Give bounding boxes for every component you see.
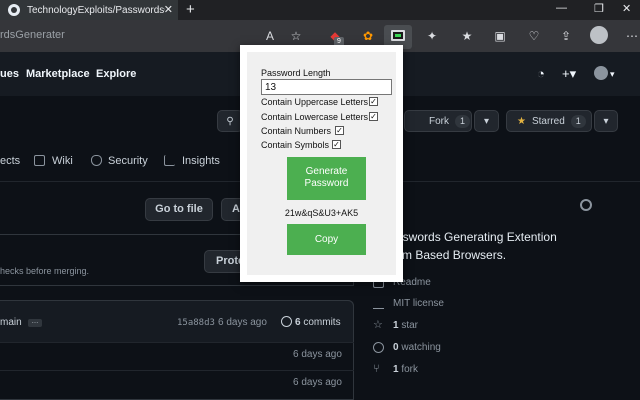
row-divider xyxy=(0,370,354,371)
go-to-file-button[interactable]: Go to file xyxy=(145,198,213,221)
commit-message[interactable]: main xyxy=(0,317,22,328)
watching-count: 0 xyxy=(393,342,399,353)
law-icon xyxy=(373,298,384,309)
watching-label: watching xyxy=(401,342,441,353)
share-icon[interactable]: ⇪ xyxy=(558,28,574,44)
avatar-caret-icon[interactable]: ▾ xyxy=(610,69,615,80)
tab-projects[interactable]: ects xyxy=(0,155,20,167)
commit-time: 6 days ago xyxy=(218,317,267,328)
generate-label-line2: Password xyxy=(304,178,349,189)
fork-button[interactable]: Fork 1 xyxy=(404,110,472,132)
file-row-time: 6 days ago xyxy=(293,349,342,360)
tab-security[interactable]: Security xyxy=(108,155,148,167)
chevron-down-icon: ▾ xyxy=(603,115,609,127)
file-row-time: 6 days ago xyxy=(293,377,342,388)
gear-icon[interactable] xyxy=(580,199,592,211)
browser-essentials-icon[interactable]: ♡ xyxy=(526,28,542,44)
password-length-label: Password Length xyxy=(261,68,331,78)
star-count: 1 xyxy=(570,114,586,128)
close-window-button[interactable]: ✕ xyxy=(622,2,631,15)
fork-icon: ⑂ xyxy=(373,363,380,375)
graph-icon xyxy=(164,155,175,166)
create-new-menu[interactable]: +▾ xyxy=(562,66,576,82)
tab-wiki[interactable]: Wiki xyxy=(52,155,73,167)
history-icon xyxy=(281,316,292,327)
row-divider xyxy=(0,342,354,343)
chevron-down-icon: ▾ xyxy=(483,115,490,127)
uppercase-label: Contain Uppercase Letters xyxy=(261,97,369,107)
tab-insights[interactable]: Insights xyxy=(182,155,220,167)
stars-link[interactable]: 1 star xyxy=(393,320,418,331)
add-file-button[interactable]: Add file xyxy=(221,198,241,221)
tab-title: TechnologyExploits/PasswordsGe xyxy=(27,4,165,16)
maximize-button[interactable]: ❐ xyxy=(594,2,604,15)
tab-strip: TechnologyExploits/PasswordsGe ✕ + — ❐ ✕ xyxy=(0,0,640,20)
profile-avatar[interactable] xyxy=(590,26,608,44)
wiki-book-icon xyxy=(34,155,45,166)
shield-icon xyxy=(91,155,102,166)
cookie-extension-icon[interactable]: ✿ xyxy=(360,28,376,44)
commit-sha[interactable]: 15a88d3 xyxy=(177,318,215,328)
extensions-puzzle-icon[interactable]: ✦ xyxy=(424,28,440,44)
url-field[interactable]: rdsGenerater xyxy=(0,29,65,41)
user-avatar[interactable] xyxy=(594,66,608,80)
numbers-label: Contain Numbers xyxy=(261,126,332,136)
protection-text: hecks before merging. xyxy=(0,266,90,276)
symbols-label: Contain Symbols xyxy=(261,140,330,150)
fork-dropdown-button[interactable]: ▾ xyxy=(474,110,499,132)
more-menu-icon[interactable]: ⋯ xyxy=(624,28,640,44)
github-favicon-icon xyxy=(8,4,20,16)
generate-label-line1: Generate xyxy=(305,166,348,177)
star-filled-icon: ★ xyxy=(517,115,526,127)
expand-commit-button[interactable]: … xyxy=(28,318,42,327)
star-dropdown-button[interactable]: ▾ xyxy=(594,110,618,132)
commits-label: commits xyxy=(303,317,341,328)
read-aloud-icon[interactable]: A xyxy=(262,28,278,44)
stars-count: 1 xyxy=(393,320,399,331)
starred-button[interactable]: ★ Starred 1 xyxy=(506,110,592,132)
license-link[interactable]: MIT license xyxy=(393,298,444,309)
eye-icon xyxy=(373,342,384,353)
generate-password-button[interactable]: Generate Password xyxy=(287,157,366,200)
starred-label: Starred xyxy=(531,115,565,127)
pin-icon: ⚲ xyxy=(226,115,234,127)
generated-password-output: 21w&qS&U3+AK5 xyxy=(284,208,359,218)
favorites-icon[interactable]: ★ xyxy=(459,28,475,44)
nav-issues[interactable]: ues xyxy=(0,68,19,80)
forks-link[interactable]: 1 fork xyxy=(393,364,418,375)
browser-tab[interactable]: TechnologyExploits/PasswordsGe ✕ xyxy=(0,0,178,20)
star-outline-icon: ☆ xyxy=(373,319,383,331)
nav-explore[interactable]: Explore xyxy=(96,68,136,80)
forks-count: 1 xyxy=(393,364,399,375)
forks-label: fork xyxy=(401,364,419,375)
notifications-bell-icon[interactable]: ◔ xyxy=(537,66,545,81)
symbols-checkbox[interactable]: ✓ xyxy=(332,140,341,149)
new-tab-button[interactable]: + xyxy=(186,1,195,18)
numbers-checkbox[interactable]: ✓ xyxy=(335,126,344,135)
copy-button[interactable]: Copy xyxy=(287,224,366,255)
password-length-input[interactable] xyxy=(261,79,392,95)
uppercase-checkbox[interactable]: ✓ xyxy=(369,97,378,106)
nav-marketplace[interactable]: Marketplace xyxy=(26,68,90,80)
collections-icon[interactable]: ▣ xyxy=(492,28,508,44)
monitor-icon xyxy=(391,30,405,41)
commit-count: 6 xyxy=(295,317,301,328)
watching-link[interactable]: 0 watching xyxy=(393,342,441,353)
fork-count: 1 xyxy=(455,114,471,128)
tab-close-icon[interactable]: ✕ xyxy=(164,3,173,16)
fork-label: Fork xyxy=(429,115,449,127)
browser-window: TechnologyExploits/PasswordsGe ✕ + — ❐ ✕… xyxy=(0,0,640,400)
protect-branch-button[interactable]: Protect xyxy=(204,250,244,273)
stars-label: star xyxy=(401,320,419,331)
commits-link[interactable]: 6 commits xyxy=(295,317,341,328)
lowercase-checkbox[interactable]: ✓ xyxy=(369,112,378,121)
minimize-button[interactable]: — xyxy=(556,2,567,14)
add-favorite-icon[interactable]: ☆ xyxy=(288,28,304,44)
lowercase-label: Contain Lowercase Letters xyxy=(261,112,369,122)
